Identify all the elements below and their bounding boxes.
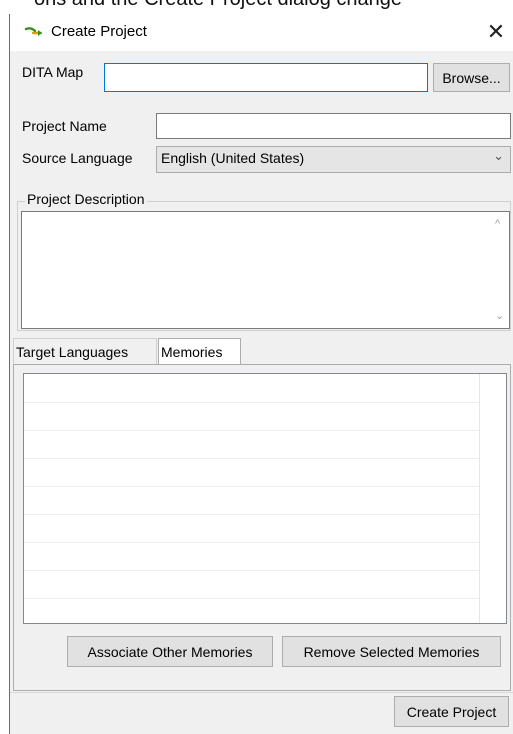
- project-name-label: Project Name: [22, 118, 107, 134]
- dialog-title: Create Project: [51, 23, 147, 40]
- scroll-up-icon[interactable]: ^: [495, 218, 500, 230]
- background-caption-text: ons and the Create Project dialog change: [34, 0, 402, 11]
- close-button[interactable]: ✕: [481, 17, 511, 47]
- tab-target-languages[interactable]: Target Languages: [13, 338, 157, 365]
- project-description-textarea[interactable]: ^ ⌄: [21, 211, 510, 329]
- table-row[interactable]: [24, 402, 480, 431]
- create-project-button[interactable]: Create Project: [394, 696, 509, 727]
- close-icon: ✕: [486, 19, 506, 44]
- title-bar[interactable]: Create Project ✕: [10, 14, 513, 51]
- tab-memories[interactable]: Memories: [158, 338, 241, 365]
- browse-button[interactable]: Browse...: [433, 63, 510, 92]
- source-language-label: Source Language: [22, 150, 133, 166]
- source-language-select[interactable]: English (United States) ⌄: [156, 146, 511, 173]
- description-scrollbar[interactable]: ^ ⌄: [492, 212, 509, 328]
- dita-map-input[interactable]: [104, 63, 428, 92]
- table-row[interactable]: [24, 374, 480, 403]
- table-row[interactable]: [24, 570, 480, 599]
- memories-table[interactable]: [23, 373, 507, 624]
- table-row[interactable]: [24, 486, 480, 515]
- table-row[interactable]: [24, 514, 480, 543]
- table-column-divider: [479, 374, 480, 623]
- table-row[interactable]: [24, 542, 480, 571]
- table-row[interactable]: [24, 430, 480, 459]
- project-description-legend: Project Description: [25, 191, 147, 207]
- scroll-down-icon[interactable]: ⌄: [495, 309, 504, 322]
- create-project-dialog: Create Project ✕ DITA Map Browse... Proj…: [9, 14, 513, 734]
- project-arrow-icon: [24, 27, 43, 36]
- table-row[interactable]: [24, 458, 480, 487]
- remove-selected-memories-button[interactable]: Remove Selected Memories: [282, 636, 501, 667]
- chevron-down-icon: ⌄: [493, 148, 504, 163]
- dita-map-label: DITA Map: [22, 64, 84, 80]
- associate-other-memories-button[interactable]: Associate Other Memories: [67, 636, 273, 667]
- background-caption: ons and the Create Project dialog change: [0, 0, 513, 14]
- project-name-input[interactable]: [156, 113, 511, 139]
- footer-divider: [10, 692, 513, 693]
- source-language-value: English (United States): [161, 150, 305, 166]
